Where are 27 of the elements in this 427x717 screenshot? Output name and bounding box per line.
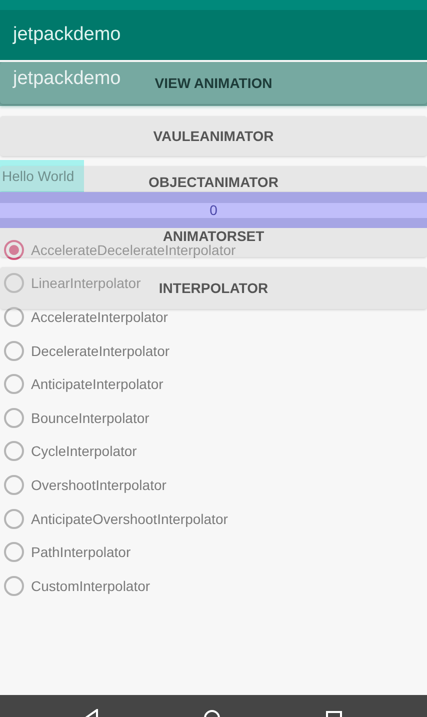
radio-button[interactable]	[3, 373, 25, 396]
radio-button[interactable]	[3, 306, 25, 328]
radio-button[interactable]	[3, 406, 25, 429]
radio-button[interactable]	[3, 574, 25, 597]
radio-label: LinearInterpolator	[31, 275, 141, 292]
radio-label: CycleInterpolator	[31, 443, 137, 460]
app-title: jetpackdemo	[13, 24, 121, 46]
radio-label: AnticipateOvershootInterpolator	[31, 510, 228, 527]
radio-label: BounceInterpolator	[31, 410, 150, 426]
radio-label: OvershootInterpolator	[31, 476, 166, 493]
radio-label: AnticipateInterpolator	[31, 376, 164, 392]
radio-button[interactable]	[3, 340, 25, 362]
radio-button[interactable]	[3, 541, 25, 564]
radio-button[interactable]	[3, 508, 25, 530]
app-title: jetpackdemo	[13, 68, 121, 90]
menu-button[interactable]: VAULEANIMATOR	[0, 116, 427, 156]
radio-label: AccelerateInterpolator	[31, 308, 168, 325]
radio-button[interactable]	[3, 440, 25, 462]
radio-label: DecelerateInterpolator	[31, 342, 170, 359]
radio-label: AccelerateDecelerateInterpolator	[31, 242, 236, 258]
counter-text: 0	[210, 202, 218, 218]
radio-button[interactable]	[3, 272, 25, 294]
hello-label: Hello World	[0, 160, 84, 192]
radio-button[interactable]	[3, 238, 25, 261]
radio-label: CustomInterpolator	[31, 578, 150, 594]
radio-label: PathInterpolator	[31, 544, 131, 560]
radio-button[interactable]	[3, 474, 25, 496]
